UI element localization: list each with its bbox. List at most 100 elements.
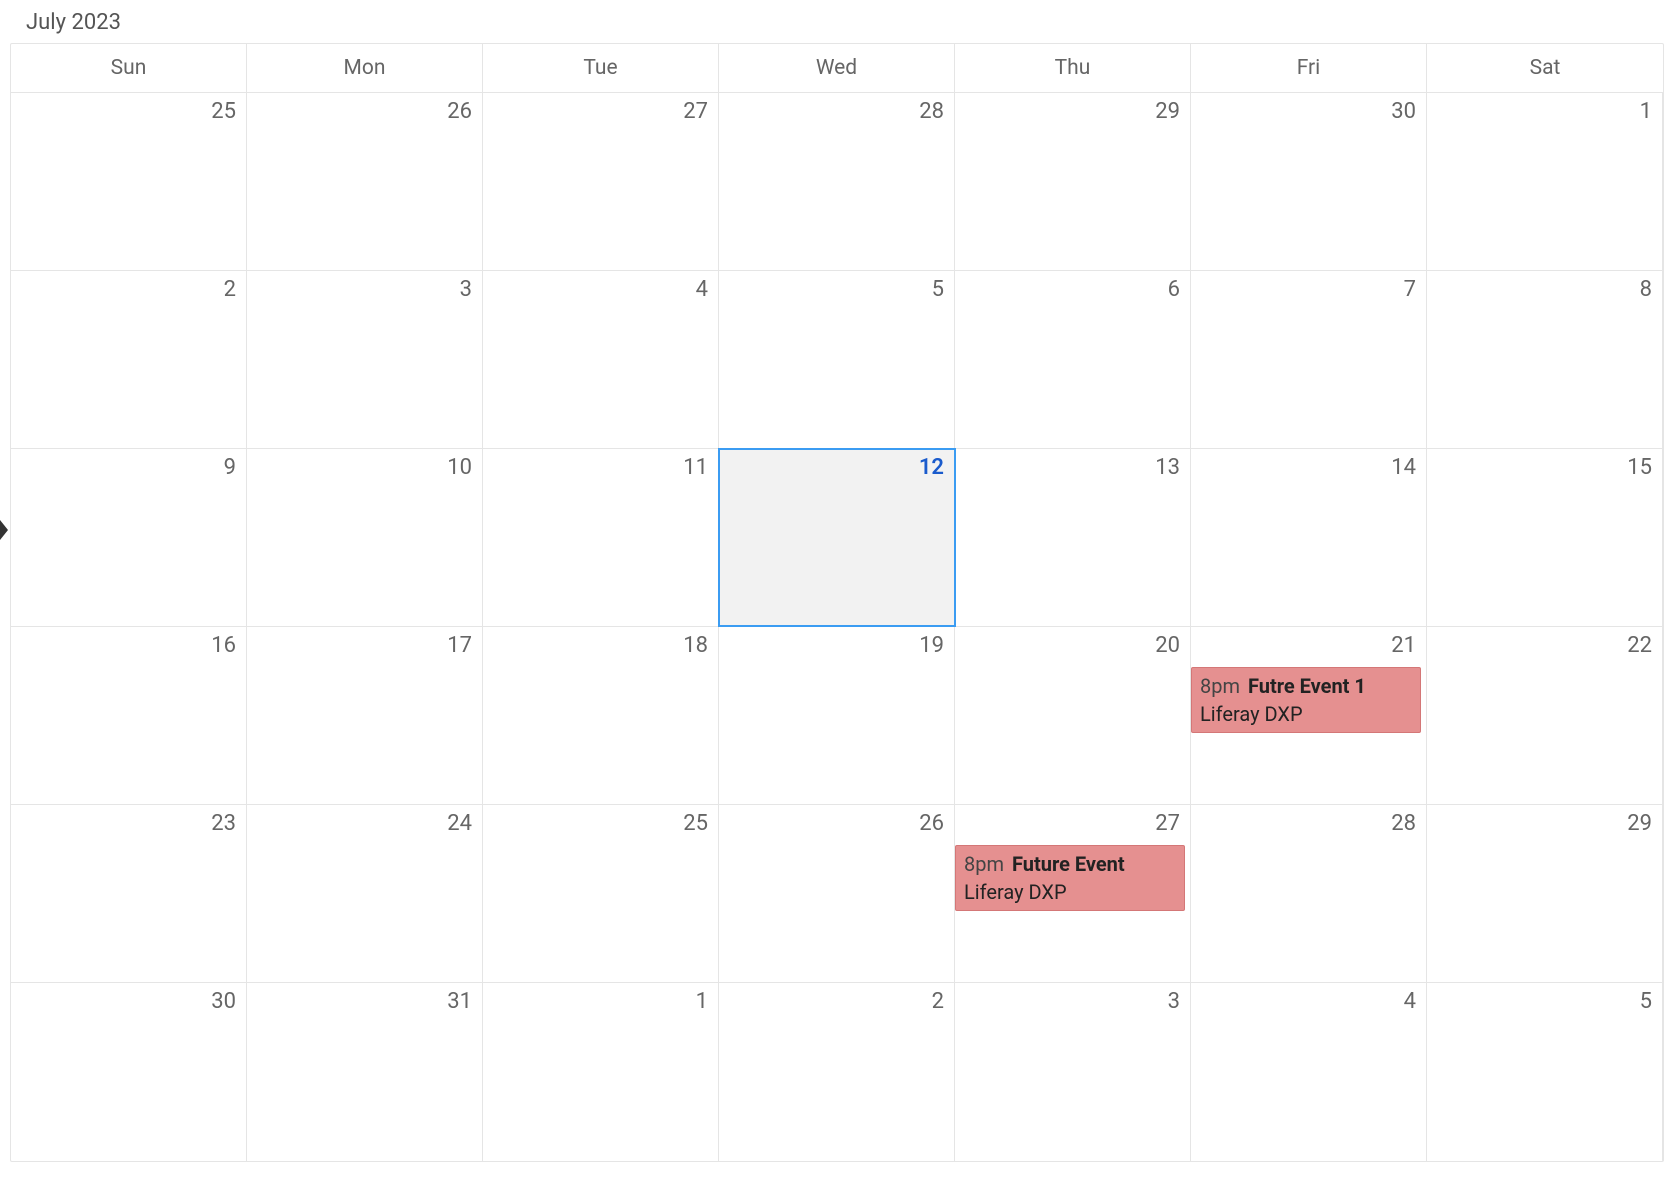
day-number: 14 <box>1201 455 1416 480</box>
day-cell[interactable]: 16 <box>11 627 247 804</box>
day-number: 26 <box>257 99 472 124</box>
day-cell[interactable]: 31 <box>247 983 483 1161</box>
day-cell[interactable]: 29 <box>955 93 1191 270</box>
day-number: 16 <box>21 633 236 658</box>
day-number: 17 <box>257 633 472 658</box>
day-number: 18 <box>493 633 708 658</box>
day-number: 10 <box>257 455 472 480</box>
day-number: 7 <box>1201 277 1416 302</box>
day-number: 5 <box>1437 989 1652 1014</box>
week-row: 30 31 12345 <box>11 983 1663 1161</box>
day-cell[interactable]: 4 <box>1191 983 1427 1161</box>
day-number: 3 <box>965 989 1180 1014</box>
day-cell[interactable]: 23 <box>11 805 247 982</box>
day-number: 30 <box>1201 99 1416 124</box>
side-handle-icon[interactable] <box>0 520 8 540</box>
day-number: 2 <box>21 277 236 302</box>
day-number: 25 <box>493 811 708 836</box>
day-header-wed: Wed <box>719 44 955 92</box>
week-row: 91011121314158:30pmPast Event <box>11 449 1663 627</box>
event-subtitle: Liferay DXP <box>964 878 1176 906</box>
day-cell[interactable]: 17 <box>247 627 483 804</box>
day-cell[interactable]: 24 <box>247 805 483 982</box>
day-number: 28 <box>729 99 944 124</box>
day-number: 8 <box>1437 277 1652 302</box>
day-cell[interactable]: 8 <box>1427 271 1663 448</box>
day-number: 23 <box>21 811 236 836</box>
day-cell[interactable]: 3 <box>955 983 1191 1161</box>
day-cell[interactable]: 22 <box>1427 627 1663 804</box>
day-number: 29 <box>1437 811 1652 836</box>
week-row: 2345678 <box>11 271 1663 449</box>
day-cell[interactable]: 28 <box>1191 805 1427 982</box>
day-cell[interactable]: 2 <box>11 271 247 448</box>
event-title: Futre Event 1 <box>1248 674 1366 698</box>
day-number: 29 <box>965 99 1180 124</box>
day-cell[interactable]: 10 <box>247 449 483 626</box>
day-cell[interactable]: 7 <box>1191 271 1427 448</box>
day-number: 19 <box>729 633 944 658</box>
day-cell[interactable]: 1 <box>483 983 719 1161</box>
day-number: 2 <box>729 989 944 1014</box>
event-time: 8pm <box>964 852 1004 876</box>
day-cell[interactable]: 28 <box>719 93 955 270</box>
day-cell[interactable]: 2 <box>719 983 955 1161</box>
day-header-sun: Sun <box>11 44 247 92</box>
day-cell[interactable]: 9 <box>11 449 247 626</box>
calendar-event[interactable]: 8pm Future EventLiferay DXP <box>955 845 1185 911</box>
day-number: 28 <box>1201 811 1416 836</box>
day-cell[interactable]: 20 <box>955 627 1191 804</box>
day-number: 1 <box>1437 99 1652 124</box>
day-header-thu: Thu <box>955 44 1191 92</box>
day-cell[interactable]: 11 <box>483 449 719 626</box>
day-cell[interactable]: 1 <box>1427 93 1663 270</box>
event-time: 8pm <box>1200 674 1240 698</box>
day-cell[interactable]: 5 <box>1427 983 1663 1161</box>
day-number: 22 <box>1437 633 1652 658</box>
day-number: 21 <box>1201 633 1416 658</box>
day-number: 31 <box>257 989 472 1014</box>
calendar-event[interactable]: 8pm Futre Event 1Liferay DXP <box>1191 667 1421 733</box>
day-cell[interactable]: 3 <box>247 271 483 448</box>
day-cell[interactable]: 6 <box>955 271 1191 448</box>
day-cell[interactable]: 30 <box>1191 93 1427 270</box>
day-cell[interactable]: 4 <box>483 271 719 448</box>
day-cell[interactable]: 14 <box>1191 449 1427 626</box>
event-subtitle: Liferay DXP <box>1200 700 1412 728</box>
day-number: 30 <box>21 989 236 1014</box>
day-cell[interactable]: 12 <box>719 449 955 626</box>
day-number: 6 <box>965 277 1180 302</box>
week-row: 23 24 25 26 27 28 29 8pm Future EventLiferay DXP <box>11 805 1663 983</box>
calendar-header: July 2023 <box>10 10 1664 35</box>
day-number: 25 <box>21 99 236 124</box>
day-cell[interactable]: 29 <box>1427 805 1663 982</box>
day-cell[interactable]: 18 <box>483 627 719 804</box>
day-number: 20 <box>965 633 1180 658</box>
month-title: July 2023 <box>26 10 121 35</box>
day-cell[interactable]: 25 <box>483 805 719 982</box>
day-cell[interactable]: 13 <box>955 449 1191 626</box>
day-number: 9 <box>21 455 236 480</box>
week-row: 25 26 27 28 29 30 1 <box>11 93 1663 271</box>
day-number: 15 <box>1437 455 1652 480</box>
day-cell[interactable]: 26 <box>247 93 483 270</box>
day-cell[interactable]: 15 <box>1427 449 1663 626</box>
day-cell[interactable]: 5 <box>719 271 955 448</box>
day-number: 3 <box>257 277 472 302</box>
day-cell[interactable]: 26 <box>719 805 955 982</box>
day-cell[interactable]: 30 <box>11 983 247 1161</box>
day-number: 24 <box>257 811 472 836</box>
day-number: 4 <box>493 277 708 302</box>
day-number: 27 <box>493 99 708 124</box>
calendar-grid: Sun Mon Tue Wed Thu Fri Sat 252627282930… <box>10 43 1664 1162</box>
event-title: Future Event <box>1012 852 1125 876</box>
day-number: 12 <box>729 455 944 480</box>
day-number: 26 <box>729 811 944 836</box>
day-header-row: Sun Mon Tue Wed Thu Fri Sat <box>11 44 1663 93</box>
day-number: 27 <box>965 811 1180 836</box>
day-cell[interactable]: 25 <box>11 93 247 270</box>
day-number: 13 <box>965 455 1180 480</box>
day-cell[interactable]: 19 <box>719 627 955 804</box>
day-cell[interactable]: 27 <box>483 93 719 270</box>
week-row: 16 17 18 19 20 21 22 8pm Futre Event 1Liferay DX… <box>11 627 1663 805</box>
